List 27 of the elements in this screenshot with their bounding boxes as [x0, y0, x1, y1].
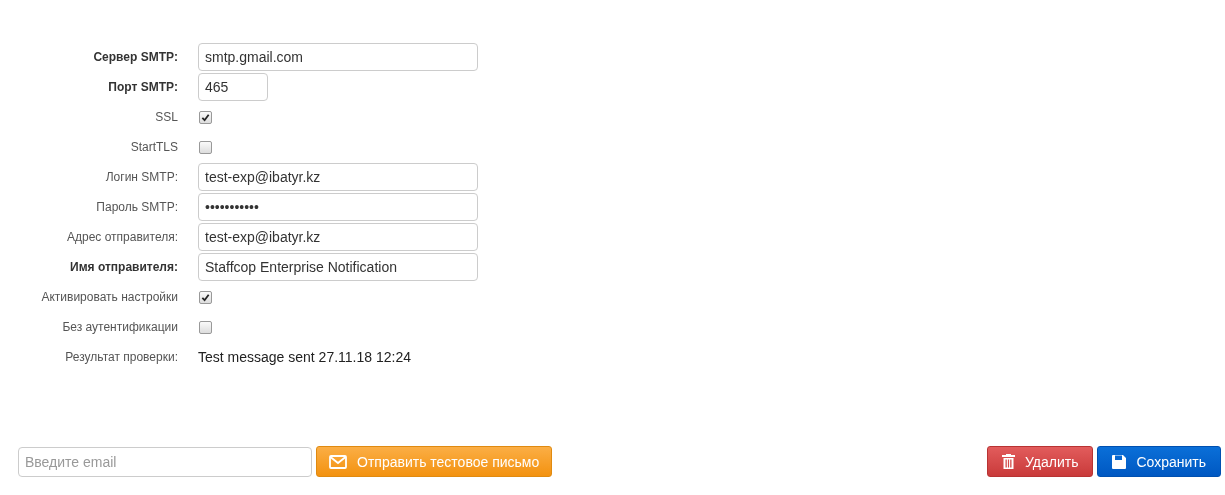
field-label: Сервер SMTP:: [92, 50, 178, 64]
field-label: Пароль SMTP:: [95, 200, 178, 214]
field-label: Порт SMTP:: [107, 80, 178, 94]
field-label: Результат проверки:: [64, 350, 178, 364]
field-label: Без аутентификации: [61, 320, 178, 334]
text-field[interactable]: Staffcop Enterprise Notification: [198, 253, 478, 281]
result-text: Test message sent 27.11.18 12:24: [198, 349, 411, 365]
field-label: SSL: [154, 110, 178, 124]
text-field[interactable]: 465: [198, 73, 268, 101]
delete-button[interactable]: Удалить: [986, 446, 1094, 477]
save-button[interactable]: Сохранить: [1097, 446, 1221, 477]
text-field[interactable]: •••••••••••: [198, 193, 478, 221]
text-field[interactable]: test-exp@ibatyr.kz: [198, 163, 478, 191]
email-field[interactable]: Введите email: [18, 446, 312, 477]
text-field[interactable]: smtp.gmail.com: [198, 43, 478, 71]
field-label: Логин SMTP:: [104, 170, 178, 184]
field-label: Имя отправителя:: [69, 260, 178, 274]
envelope-icon: [329, 454, 347, 469]
field-label: Активировать настройки: [40, 290, 178, 304]
field-label: StartTLS: [129, 140, 178, 154]
checkbox[interactable]: [199, 290, 212, 304]
field-label: Адрес отправителя:: [66, 230, 178, 244]
checkbox[interactable]: [199, 110, 212, 124]
checkbox[interactable]: [199, 320, 212, 334]
text-field[interactable]: test-exp@ibatyr.kz: [198, 223, 478, 251]
trash-icon: [1001, 454, 1015, 469]
checkbox[interactable]: [199, 140, 212, 154]
